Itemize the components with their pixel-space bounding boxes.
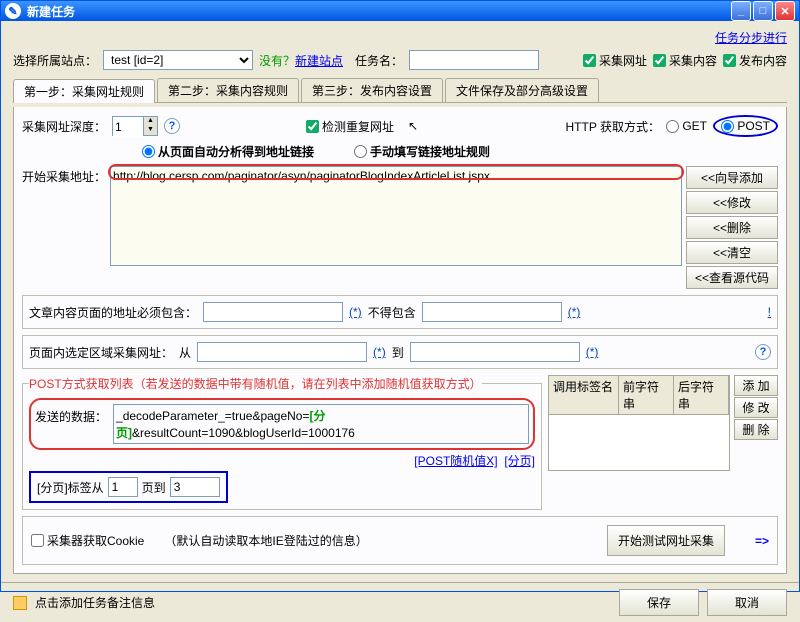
table-header: 调用标签名 前字符串 后字符串 (548, 375, 730, 415)
range-to-input[interactable] (410, 342, 580, 362)
note-icon (13, 596, 27, 610)
tab-step3[interactable]: 第三步：发布内容设置 (301, 78, 443, 102)
range-label: 页面内选定区域采集网址： (29, 344, 173, 361)
range-to-label: 到 (392, 344, 404, 361)
step-progress-link[interactable]: 任务分步进行 (715, 29, 787, 46)
small-modify-button[interactable]: 修 改 (734, 397, 778, 418)
close-button[interactable]: ✕ (775, 1, 795, 21)
http-get-radio[interactable] (666, 120, 679, 133)
footer-hint[interactable]: 点击添加任务备注信息 (35, 594, 155, 611)
page-to-label: 页到 (142, 479, 166, 496)
page-to-input[interactable] (170, 477, 220, 497)
new-site-prompt: 没有？新建站点 (259, 52, 343, 69)
maximize-button[interactable]: □ (753, 1, 773, 21)
help-icon[interactable]: ? (164, 118, 180, 134)
http-method-label: HTTP 获取方式： (566, 118, 660, 135)
publish-content-check[interactable] (723, 54, 736, 67)
depth-down[interactable]: ▼ (143, 126, 157, 135)
star-link-3[interactable]: (*) (373, 345, 386, 359)
range-from-label: 从 (179, 344, 191, 361)
delete-button[interactable]: <<删除 (686, 216, 778, 239)
site-select[interactable]: test [id=2] (103, 50, 253, 70)
task-name-input[interactable] (409, 50, 539, 70)
post-data-label: 发送的数据： (35, 404, 107, 444)
new-site-link[interactable]: 新建站点 (295, 54, 343, 68)
page-tag-label: [分页]标签从 (37, 479, 104, 496)
http-post-radio[interactable] (721, 120, 734, 133)
depth-label: 采集网址深度： (22, 118, 106, 135)
tab-step2[interactable]: 第二步：采集内容规则 (157, 78, 299, 102)
modify-button[interactable]: <<修改 (686, 191, 778, 214)
post-rand-link[interactable]: [POST随机值X] (414, 454, 497, 468)
star-link-4[interactable]: (*) (586, 345, 599, 359)
app-icon: ✎ (5, 3, 21, 19)
auto-analyze-radio[interactable] (142, 145, 155, 158)
help-icon-2[interactable]: ? (755, 344, 771, 360)
detect-dup-check[interactable] (306, 120, 319, 133)
clear-button[interactable]: <<清空 (686, 241, 778, 264)
tab-advanced[interactable]: 文件保存及部分高级设置 (445, 78, 599, 102)
excl-link[interactable]: ! (768, 305, 771, 319)
tab-step1[interactable]: 第一步：采集网址规则 (13, 79, 155, 103)
minimize-button[interactable]: _ (731, 1, 751, 21)
wizard-add-button[interactable]: <<向导添加 (686, 166, 778, 189)
post-data-textarea[interactable]: _decodeParameter_=true&pageNo=[分页]&resul… (113, 404, 529, 444)
site-label: 选择所属站点： (13, 52, 97, 69)
start-url-label: 开始采集地址： (22, 166, 106, 289)
manual-rule-radio[interactable] (354, 145, 367, 158)
post-legend: POST方式获取列表（若发送的数据中带有随机值，请在列表中添加随机值获取方式） (29, 375, 482, 392)
must-contain-input[interactable] (203, 302, 343, 322)
range-from-input[interactable] (197, 342, 367, 362)
not-contain-input[interactable] (422, 302, 562, 322)
tab-bar: 第一步：采集网址规则 第二步：采集内容规则 第三步：发布内容设置 文件保存及部分… (13, 78, 787, 103)
cookie-hint: （默认自动读取本地IE登陆过的信息） (164, 532, 367, 549)
cursor-icon: ↖ (408, 119, 418, 133)
save-button[interactable]: 保存 (619, 589, 699, 616)
cookie-check[interactable] (31, 534, 44, 547)
collect-url-check[interactable] (583, 54, 596, 67)
collect-content-check[interactable] (653, 54, 666, 67)
page-from-input[interactable] (108, 477, 138, 497)
depth-spinner[interactable]: ▲▼ (112, 116, 158, 136)
next-arrow-link[interactable]: => (755, 534, 769, 548)
not-contain-label: 不得包含 (368, 304, 416, 321)
start-test-button[interactable]: 开始测试网址采集 (607, 525, 725, 556)
start-url-textarea[interactable]: http://blog.cersp.com/paginator/asyn/pag… (110, 166, 682, 266)
must-contain-label: 文章内容页面的地址必须包含： (29, 304, 197, 321)
page-split-link[interactable]: [分页] (504, 454, 535, 468)
view-source-button[interactable]: <<查看源代码 (686, 266, 778, 289)
star-link-2[interactable]: (*) (568, 305, 581, 319)
cancel-button[interactable]: 取消 (707, 589, 787, 616)
window-title: 新建任务 (27, 3, 731, 20)
small-add-button[interactable]: 添 加 (734, 375, 778, 396)
depth-up[interactable]: ▲ (143, 117, 157, 126)
table-body[interactable] (548, 415, 730, 471)
task-name-label: 任务名： (355, 52, 403, 69)
titlebar: ✎ 新建任务 _ □ ✕ (1, 1, 799, 21)
star-link-1[interactable]: (*) (349, 305, 362, 319)
depth-input[interactable] (113, 117, 143, 137)
small-delete-button[interactable]: 删 除 (734, 419, 778, 440)
